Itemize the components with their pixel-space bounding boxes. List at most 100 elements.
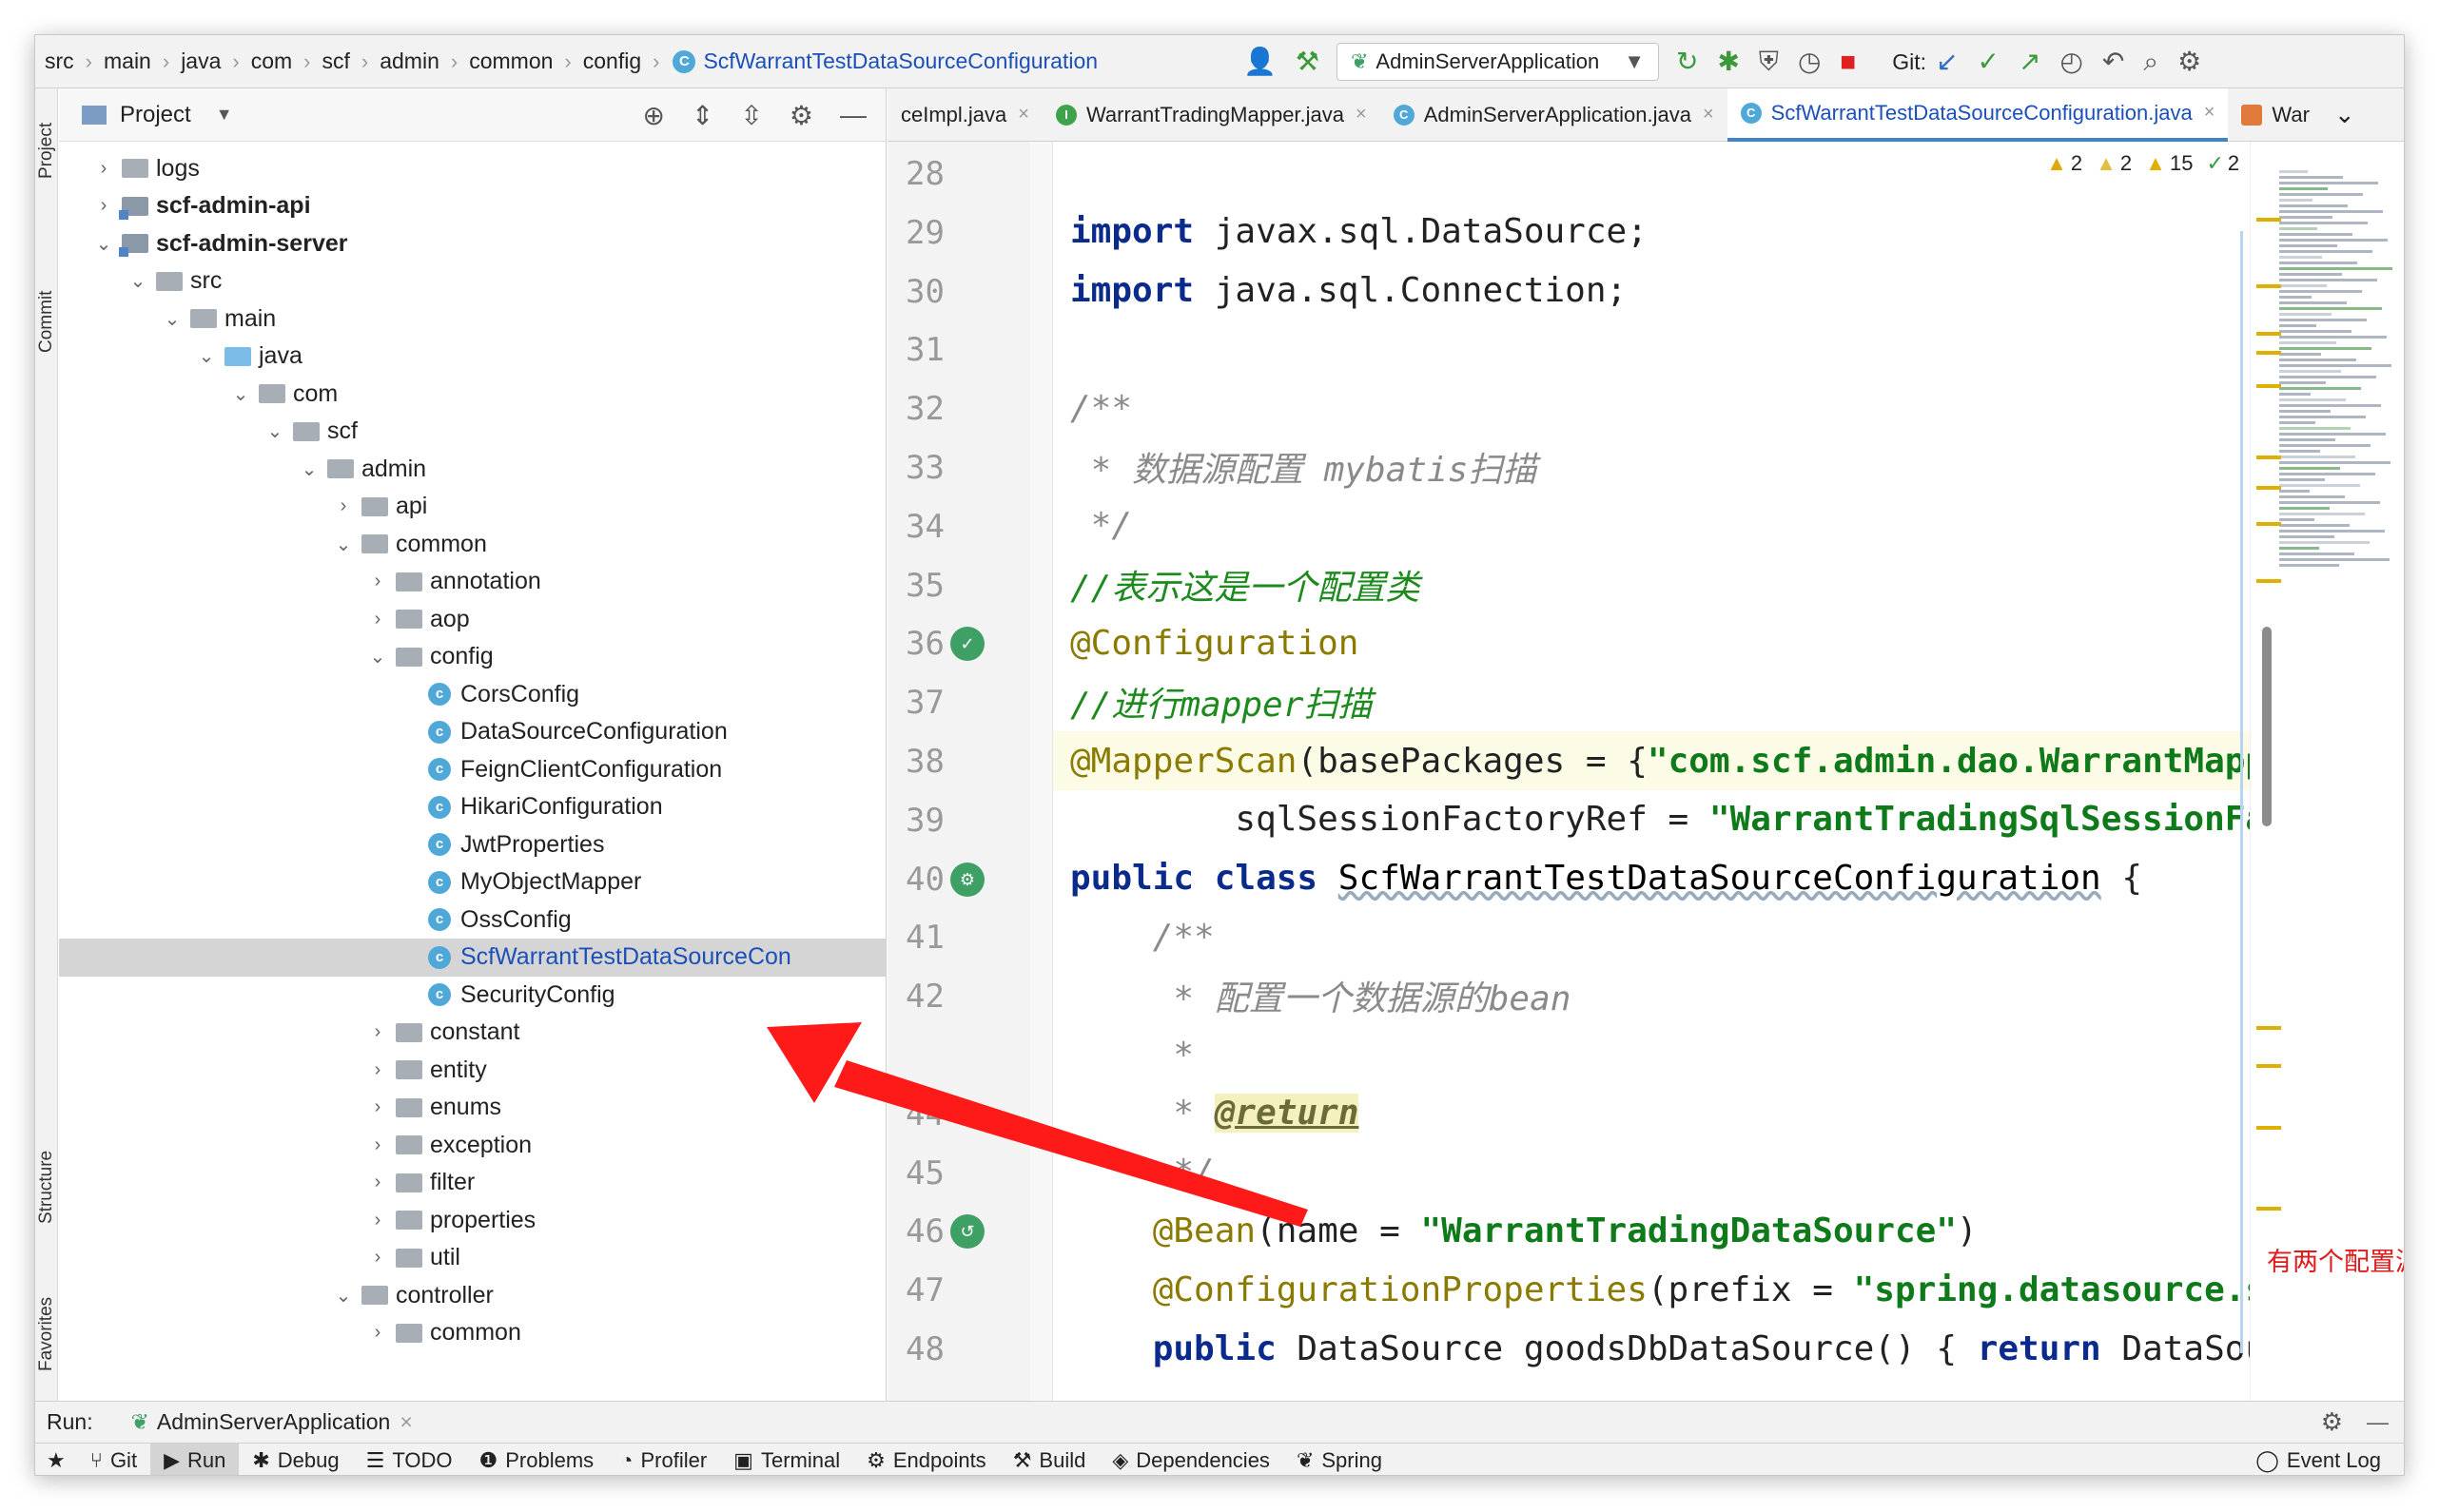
code-line[interactable]: */ — [1053, 1143, 2252, 1202]
tab-project[interactable]: Project — [35, 98, 58, 203]
git-commit-icon[interactable]: ✓ — [1978, 48, 2000, 75]
code-line[interactable]: import javax.sql.DataSource; — [1053, 203, 2252, 262]
chevron-right-icon[interactable]: › — [365, 1172, 390, 1193]
expand-all-icon[interactable]: ⇕ — [692, 100, 713, 131]
tool-window-endpoints[interactable]: ⚙ Endpoints — [853, 1444, 1000, 1476]
chevron-right-icon[interactable]: › — [365, 1210, 390, 1231]
tool-window-dependencies[interactable]: ◈ Dependencies — [1099, 1444, 1283, 1476]
warning-stripe-marker[interactable] — [2256, 218, 2281, 222]
stop-icon[interactable]: ■ — [1840, 48, 1856, 75]
close-icon[interactable]: × — [1356, 104, 1367, 126]
rollback-icon[interactable]: ↶ — [2102, 48, 2124, 75]
gear-icon[interactable]: ⚙ — [790, 100, 813, 131]
code-line[interactable]: @Configuration — [1053, 613, 2252, 672]
tab-favorites[interactable]: Favorites — [35, 1277, 58, 1391]
warning-stripe-marker[interactable] — [2256, 332, 2281, 336]
tree-item[interactable]: › entity — [59, 1051, 886, 1089]
warning-stripe-marker[interactable] — [2256, 1026, 2281, 1030]
tree-item[interactable]: ⌄ main — [59, 300, 886, 338]
warning-stripe-marker[interactable] — [2256, 1126, 2281, 1130]
tool-window-event-log[interactable]: ◯ Event Log — [2242, 1444, 2394, 1476]
collapse-all-icon[interactable]: ⇳ — [740, 100, 762, 131]
chevron-down-icon[interactable]: ⌄ — [365, 645, 390, 669]
chevron-right-icon[interactable]: › — [365, 1059, 390, 1081]
tree-item[interactable]: ⌄ config — [59, 638, 886, 676]
history-icon[interactable]: ◴ — [2059, 48, 2082, 75]
warning-stripe-marker[interactable] — [2256, 579, 2281, 583]
tree-item[interactable]: › exception — [59, 1126, 886, 1164]
breadcrumb-item[interactable]: src — [45, 48, 74, 74]
gear-icon[interactable]: ⚙ — [2321, 1407, 2343, 1437]
code-view[interactable]: import javax.sql.DataSource; import java.… — [1053, 142, 2252, 1401]
close-icon[interactable]: × — [1703, 104, 1714, 126]
warning-stripe-marker[interactable] — [2256, 456, 2281, 459]
warning-stripe-marker[interactable] — [2256, 522, 2281, 526]
spring-bean-gutter-icon[interactable]: ↺ — [950, 1214, 985, 1250]
editor-tab[interactable]: C ScfWarrantTestDataSourceConfiguration.j… — [1727, 87, 2229, 142]
git-push-icon[interactable]: ↗ — [2019, 48, 2040, 75]
code-line[interactable]: /** — [1053, 907, 2252, 966]
tree-item[interactable]: ⌄ src — [59, 262, 886, 300]
tree-item[interactable]: c FeignClientConfiguration — [59, 750, 886, 788]
tool-window-debug[interactable]: ✱ Debug — [239, 1444, 352, 1476]
git-update-icon[interactable]: ↙ — [1936, 48, 1958, 75]
profile-icon[interactable]: ◷ — [1798, 48, 1821, 75]
tab-structure[interactable]: Structure — [35, 1125, 58, 1249]
chevron-right-icon[interactable]: › — [365, 571, 390, 592]
editor-tab[interactable]: C AdminServerApplication.java × — [1380, 88, 1727, 142]
code-line[interactable]: @Bean (name = "WarrantTradingDataSource") — [1053, 1201, 2252, 1260]
run-config-select[interactable]: ❦ AdminServerApplication ▼ — [1336, 43, 1659, 81]
editor-tab[interactable]: I WarrantTradingMapper.java × — [1043, 88, 1380, 142]
spring-bean-gutter-icon[interactable]: ⚙ — [950, 862, 985, 897]
code-line[interactable]: */ — [1053, 496, 2252, 555]
chevron-down-icon[interactable]: ▼ — [216, 105, 233, 125]
chevron-right-icon[interactable]: › — [91, 158, 116, 180]
chevron-right-icon[interactable]: › — [365, 1096, 390, 1118]
warning-stripe-marker[interactable] — [2256, 284, 2281, 288]
breadcrumb-item[interactable]: main — [104, 48, 151, 74]
minimize-icon[interactable]: — — [840, 100, 867, 130]
tree-item[interactable]: ⌄ java — [59, 338, 886, 376]
tool-window-run[interactable]: ▶ Run — [150, 1443, 240, 1475]
tool-window-profiler[interactable]: ◔ Profiler — [607, 1444, 720, 1476]
tree-item[interactable]: › common — [59, 1314, 886, 1352]
tool-window-todo[interactable]: ☰ TODO — [353, 1444, 466, 1476]
chevron-down-icon[interactable]: ⌄ — [2334, 100, 2355, 129]
tree-item[interactable]: ⌄ scf-admin-server — [59, 224, 886, 262]
close-icon[interactable]: × — [2204, 102, 2215, 124]
code-line[interactable]: //进行mapper扫描 — [1053, 672, 2252, 731]
code-line[interactable] — [1053, 320, 2252, 378]
chevron-right-icon[interactable]: › — [331, 495, 356, 517]
tool-window-terminal[interactable]: ▣ Terminal — [720, 1444, 853, 1476]
scrollbar-thumb[interactable] — [2262, 627, 2272, 826]
tree-item[interactable]: › util — [59, 1239, 886, 1277]
tree-item[interactable]: c OssConfig — [59, 901, 886, 939]
chevron-right-icon[interactable]: › — [365, 1247, 390, 1269]
tree-item[interactable]: c SecurityConfig — [59, 976, 886, 1014]
breadcrumb-item[interactable]: common — [469, 48, 553, 74]
chevron-right-icon[interactable]: › — [365, 609, 390, 630]
project-panel-title[interactable]: Project — [120, 102, 191, 128]
tree-item[interactable]: ⌄ com — [59, 375, 886, 413]
warning-stripe-marker[interactable] — [2256, 1207, 2281, 1211]
tool-window-git[interactable]: ⑂ Git — [77, 1444, 150, 1476]
warning-stripe-marker[interactable] — [2256, 351, 2281, 355]
editor-tab[interactable]: War ⌄ — [2228, 88, 2368, 142]
rerun-icon[interactable]: ↻ — [1676, 48, 1698, 75]
tab-commit[interactable]: Commit — [35, 269, 58, 374]
tree-item[interactable]: › properties — [59, 1201, 886, 1239]
chevron-down-icon[interactable]: ⌄ — [228, 382, 253, 406]
warning-stripe-marker[interactable] — [2256, 1064, 2281, 1068]
tree-item[interactable]: › annotation — [59, 563, 886, 601]
chevron-right-icon[interactable]: › — [365, 1134, 390, 1156]
search-icon[interactable]: ⌕ — [2143, 48, 2158, 75]
tree-item[interactable]: › enums — [59, 1089, 886, 1127]
tree-item[interactable]: › aop — [59, 600, 886, 638]
close-icon[interactable]: × — [400, 1409, 412, 1435]
editor-tab[interactable]: ceImpl.java × — [888, 88, 1043, 142]
breadcrumb-item[interactable]: ScfWarrantTestDataSourceConfiguration — [703, 48, 1098, 74]
chevron-down-icon[interactable]: ⌄ — [331, 533, 356, 556]
hammer-icon[interactable]: ⚒ — [1296, 48, 1319, 75]
code-line[interactable]: public class ScfWarrantTestDataSourceCon… — [1053, 849, 2252, 908]
breadcrumb-item[interactable]: com — [251, 48, 292, 74]
